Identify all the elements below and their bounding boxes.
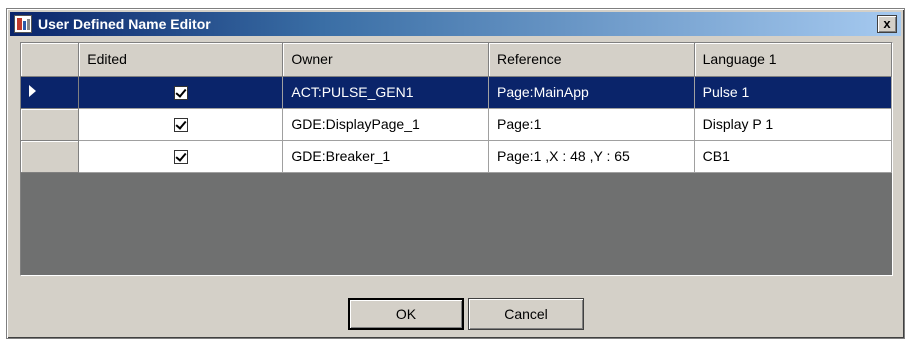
reference-cell[interactable]: Page:1 ,X : 48 ,Y : 65 (488, 140, 695, 173)
app-icon (14, 15, 32, 33)
row-header-corner (21, 43, 80, 77)
table-row[interactable]: GDE:Breaker_1 Page:1 ,X : 48 ,Y : 65 CB1 (21, 140, 892, 173)
language-1-cell[interactable]: Display P 1 (694, 108, 892, 141)
current-row-arrow-icon (29, 85, 36, 97)
ok-button[interactable]: OK (348, 298, 464, 330)
reference-cell[interactable]: Page:1 (488, 108, 695, 141)
row-selector[interactable] (21, 140, 80, 173)
cancel-button[interactable]: Cancel (468, 298, 584, 330)
title-bar[interactable]: User Defined Name Editor x (10, 12, 901, 36)
language-1-cell[interactable]: CB1 (694, 140, 892, 173)
edited-cell[interactable] (78, 108, 284, 141)
edited-cell[interactable] (78, 140, 284, 173)
column-header-reference[interactable]: Reference (488, 43, 695, 77)
edited-checkbox[interactable] (173, 118, 188, 133)
table-row[interactable]: GDE:DisplayPage_1 Page:1 Display P 1 (21, 108, 892, 141)
language-1-cell[interactable]: Pulse 1 (694, 76, 892, 109)
row-selector[interactable] (21, 108, 80, 141)
grid-header-row: Edited Owner Reference Language 1 (21, 43, 892, 77)
edited-checkbox[interactable] (173, 86, 188, 101)
owner-cell[interactable]: GDE:Breaker_1 (282, 140, 489, 173)
reference-cell[interactable]: Page:MainApp (488, 76, 695, 109)
edited-cell[interactable] (78, 76, 284, 109)
name-grid[interactable]: Edited Owner Reference Language 1 ACT:PU… (20, 42, 893, 276)
column-header-owner[interactable]: Owner (282, 43, 489, 77)
owner-cell[interactable]: GDE:DisplayPage_1 (282, 108, 489, 141)
dialog-window: User Defined Name Editor x Edited Owner … (6, 8, 905, 339)
close-icon: x (883, 16, 891, 31)
window-title: User Defined Name Editor (38, 16, 211, 32)
close-button[interactable]: x (877, 15, 897, 33)
column-header-language-1[interactable]: Language 1 (694, 43, 892, 77)
edited-checkbox[interactable] (173, 150, 188, 165)
table-row[interactable]: ACT:PULSE_GEN1 Page:MainApp Pulse 1 (21, 76, 892, 109)
column-header-edited[interactable]: Edited (78, 43, 284, 77)
owner-cell[interactable]: ACT:PULSE_GEN1 (282, 76, 489, 109)
row-selector[interactable] (21, 76, 80, 109)
